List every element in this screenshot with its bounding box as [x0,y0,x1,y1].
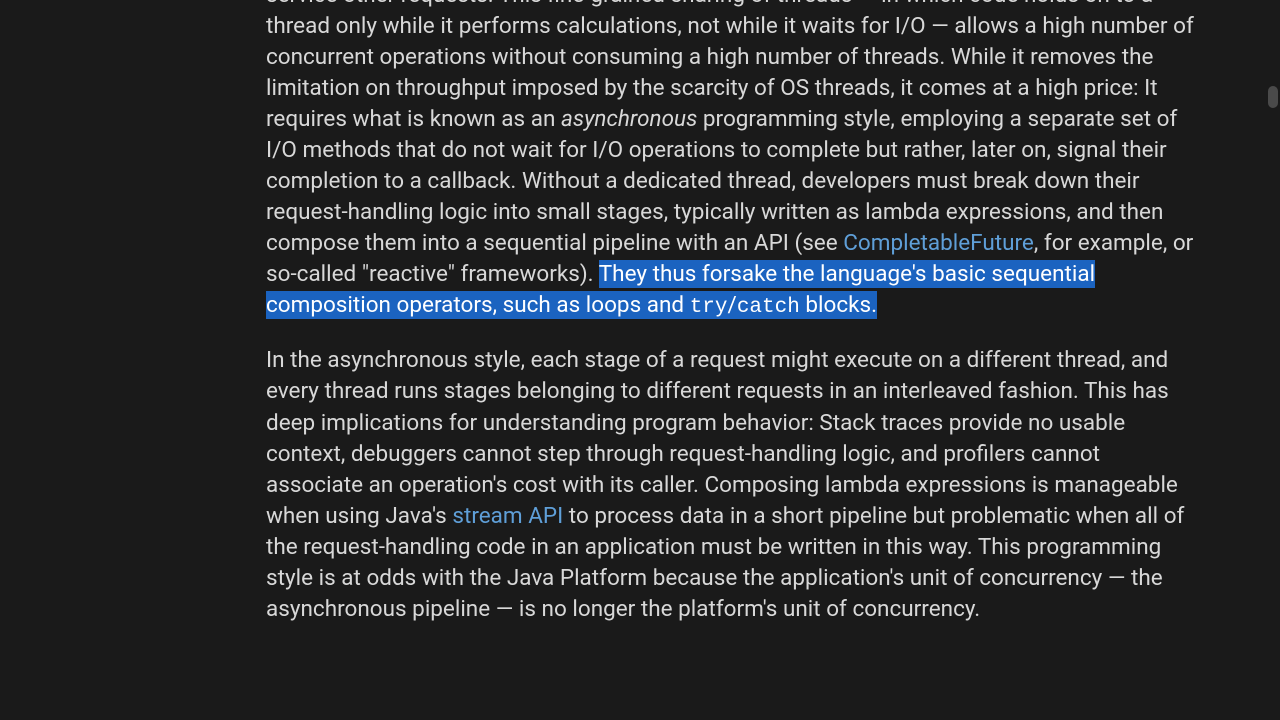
paragraph-2: In the asynchronous style, each stage of… [266,345,1200,624]
link-stream-api[interactable]: stream API [452,503,563,529]
code-try: try [690,296,728,319]
body-text: In the asynchronous style, each stage of… [266,347,1178,528]
code-catch: catch [737,296,800,319]
paragraph-1: service other requests. This fine-graine… [266,0,1200,323]
selection-text: blocks. [800,292,877,318]
selection-text: / [728,292,737,318]
scrollbar-track[interactable] [1266,0,1280,720]
link-completablefuture[interactable]: CompletableFuture [843,230,1034,256]
article-body: service other requests. This fine-graine… [266,0,1200,647]
scrollbar-thumb[interactable] [1268,86,1278,108]
document-viewport: service other requests. This fine-graine… [0,0,1280,720]
italic-text: asynchronous [561,106,697,132]
